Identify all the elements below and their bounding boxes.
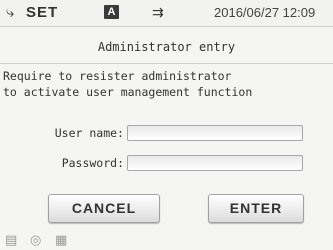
username-input[interactable] bbox=[127, 125, 303, 141]
status-bar: ⤷ SET A ⇉ 2016/06/27 12:09 bbox=[0, 0, 333, 27]
dialog-message: Require to resister administrator to act… bbox=[3, 69, 253, 99]
username-label: User name: bbox=[54, 126, 124, 140]
password-label: Password: bbox=[61, 156, 124, 170]
a-icon: A bbox=[104, 5, 119, 19]
set-label: SET bbox=[26, 4, 59, 21]
title-divider bbox=[0, 63, 333, 64]
device-screen: ⤷ SET A ⇉ 2016/06/27 12:09 Administrator… bbox=[0, 0, 333, 250]
globe-icon[interactable]: ◎ bbox=[30, 233, 41, 248]
antenna-icon: ⤷ bbox=[6, 4, 15, 21]
document-icon[interactable]: ▤ bbox=[5, 233, 17, 248]
dialog-title: Administrator entry bbox=[97, 40, 236, 54]
usb-icon: ⇉ bbox=[152, 4, 164, 20]
bottom-bar: ▤ ◎ ▦ bbox=[0, 230, 333, 250]
status-datetime: 2016/06/27 12:09 bbox=[214, 5, 316, 20]
grid-icon[interactable]: ▦ bbox=[55, 233, 67, 248]
enter-button[interactable]: ENTER bbox=[208, 194, 304, 223]
password-input[interactable] bbox=[127, 155, 303, 171]
cancel-button[interactable]: CANCEL bbox=[48, 194, 160, 223]
